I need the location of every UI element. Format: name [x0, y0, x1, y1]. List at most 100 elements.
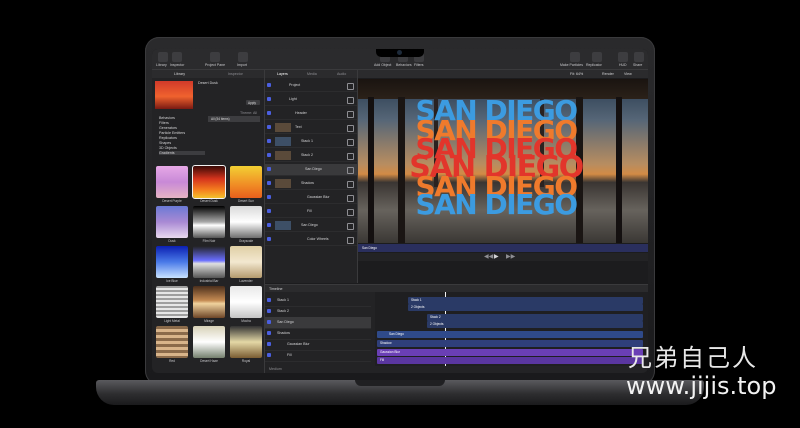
layer-row[interactable]: Fill [265, 206, 357, 218]
visibility-checkbox[interactable] [267, 153, 271, 157]
timeline-row[interactable]: Fill [265, 350, 371, 362]
layer-row[interactable]: Gaussian Blur [265, 192, 357, 204]
category-item[interactable]: Particle Emitters [159, 131, 185, 135]
subfolder-item[interactable]: All (54 items) [208, 116, 260, 122]
visibility-checkbox[interactable] [267, 111, 271, 115]
rewind-icon[interactable]: ◀◀ [484, 253, 493, 260]
lock-icon[interactable] [347, 167, 354, 174]
tab-inspector[interactable]: Inspector [228, 72, 243, 76]
replicator-button[interactable] [592, 52, 602, 62]
lock-icon[interactable] [347, 139, 354, 146]
visibility-checkbox[interactable] [267, 342, 271, 346]
tab-media[interactable]: Media [307, 72, 317, 76]
visibility-checkbox[interactable] [267, 237, 271, 241]
visibility-checkbox[interactable] [267, 139, 271, 143]
video-canvas[interactable]: SAN DIEGO SAN DIEGO SAN DIEGO SAN DIEGO … [358, 79, 648, 243]
visibility-checkbox[interactable] [267, 167, 271, 171]
layer-row[interactable]: Header [265, 108, 357, 120]
lock-icon[interactable] [347, 223, 354, 230]
layer-row[interactable]: Stack 1 [265, 136, 357, 148]
gradient-tile[interactable] [230, 206, 262, 238]
track-gaussian-blur[interactable]: Gaussian Blur [377, 349, 643, 356]
lock-icon[interactable] [347, 237, 354, 244]
layer-thumbnail [275, 179, 291, 188]
gradient-tile[interactable] [230, 286, 262, 318]
visibility-checkbox[interactable] [267, 320, 271, 324]
play-icon[interactable]: ▶ [494, 253, 499, 260]
lock-icon[interactable] [347, 83, 354, 90]
visibility-checkbox[interactable] [267, 195, 271, 199]
visibility-checkbox[interactable] [267, 223, 271, 227]
category-item[interactable]: Generators [159, 126, 177, 130]
visibility-checkbox[interactable] [267, 353, 271, 357]
layer-row[interactable]: San Diego [265, 220, 357, 232]
apply-button[interactable]: Apply [246, 100, 260, 105]
visibility-checkbox[interactable] [267, 83, 271, 87]
category-item[interactable]: Filters [159, 121, 169, 125]
visibility-checkbox[interactable] [267, 125, 271, 129]
layer-row[interactable]: Light [265, 94, 357, 106]
layer-row[interactable]: Text [265, 122, 357, 134]
visibility-checkbox[interactable] [267, 97, 271, 101]
share-button[interactable] [634, 52, 644, 62]
track-stack-1-objects[interactable]: 2 Objects [408, 304, 643, 311]
gradient-tile[interactable] [156, 166, 188, 198]
gradient-tile[interactable] [192, 165, 226, 199]
lock-icon[interactable] [347, 153, 354, 160]
visibility-checkbox[interactable] [267, 331, 271, 335]
tab-library[interactable]: Library [174, 72, 185, 76]
project-pane-button[interactable] [210, 52, 220, 62]
layer-row[interactable]: Project [265, 80, 357, 92]
category-item[interactable]: Shapes [159, 141, 171, 145]
gradient-tile[interactable] [230, 166, 262, 198]
gradient-tile[interactable] [193, 206, 225, 238]
lock-icon[interactable] [347, 209, 354, 216]
visibility-checkbox[interactable] [267, 298, 271, 302]
timeline-zoom-label[interactable]: Medium [269, 367, 282, 371]
layer-row[interactable]: Shadow [265, 178, 357, 190]
category-item[interactable]: Replicators [159, 136, 177, 140]
forward-icon[interactable]: ▶▶ [506, 253, 515, 260]
track-san-diego[interactable]: San Diego [377, 331, 643, 338]
gradient-tile[interactable] [193, 286, 225, 318]
gradient-tile[interactable] [230, 246, 262, 278]
gradient-tile[interactable] [230, 326, 262, 358]
track-fill[interactable]: Fill [377, 357, 643, 364]
make-particles-button[interactable] [570, 52, 580, 62]
library-toggle-button[interactable] [158, 52, 168, 62]
gradient-tile[interactable] [156, 206, 188, 238]
mini-timeline[interactable]: San Diego [358, 244, 648, 252]
lock-icon[interactable] [347, 97, 354, 104]
tab-layers[interactable]: Layers [277, 72, 288, 76]
gradient-tile[interactable] [193, 326, 225, 358]
visibility-checkbox[interactable] [267, 209, 271, 213]
layer-row[interactable]: San Diego [265, 164, 357, 176]
visibility-checkbox[interactable] [267, 309, 271, 313]
lock-icon[interactable] [347, 111, 354, 118]
import-button[interactable] [238, 52, 248, 62]
inspector-toggle-button[interactable] [172, 52, 182, 62]
view-menu[interactable]: View [624, 72, 632, 76]
category-item-selected[interactable]: Gradients [159, 151, 205, 155]
lock-icon[interactable] [347, 181, 354, 188]
gradient-tile[interactable] [156, 286, 188, 318]
track-stack-1[interactable]: Stack 1 [408, 297, 643, 304]
category-item[interactable]: 3D Objects [159, 146, 177, 150]
tab-audio[interactable]: Audio [337, 72, 346, 76]
zoom-select[interactable]: Fit: 64% [570, 72, 583, 76]
lock-icon[interactable] [347, 125, 354, 132]
layer-row[interactable]: Color Wheels [265, 234, 357, 246]
track-stack-2-objects[interactable]: 2 Objects [427, 321, 643, 328]
hud-button[interactable] [618, 52, 628, 62]
gradient-tile[interactable] [193, 246, 225, 278]
gradient-tile[interactable] [156, 326, 188, 358]
category-item[interactable]: Behaviors [159, 116, 175, 120]
theme-select[interactable]: Theme: All [240, 111, 257, 115]
track-shadow[interactable]: Shadow [377, 340, 643, 347]
track-stack-2[interactable]: Stack 2 [427, 314, 643, 321]
lock-icon[interactable] [347, 195, 354, 202]
visibility-checkbox[interactable] [267, 181, 271, 185]
gradient-tile[interactable] [156, 246, 188, 278]
layer-row[interactable]: Stack 2 [265, 150, 357, 162]
render-menu[interactable]: Render [602, 72, 614, 76]
